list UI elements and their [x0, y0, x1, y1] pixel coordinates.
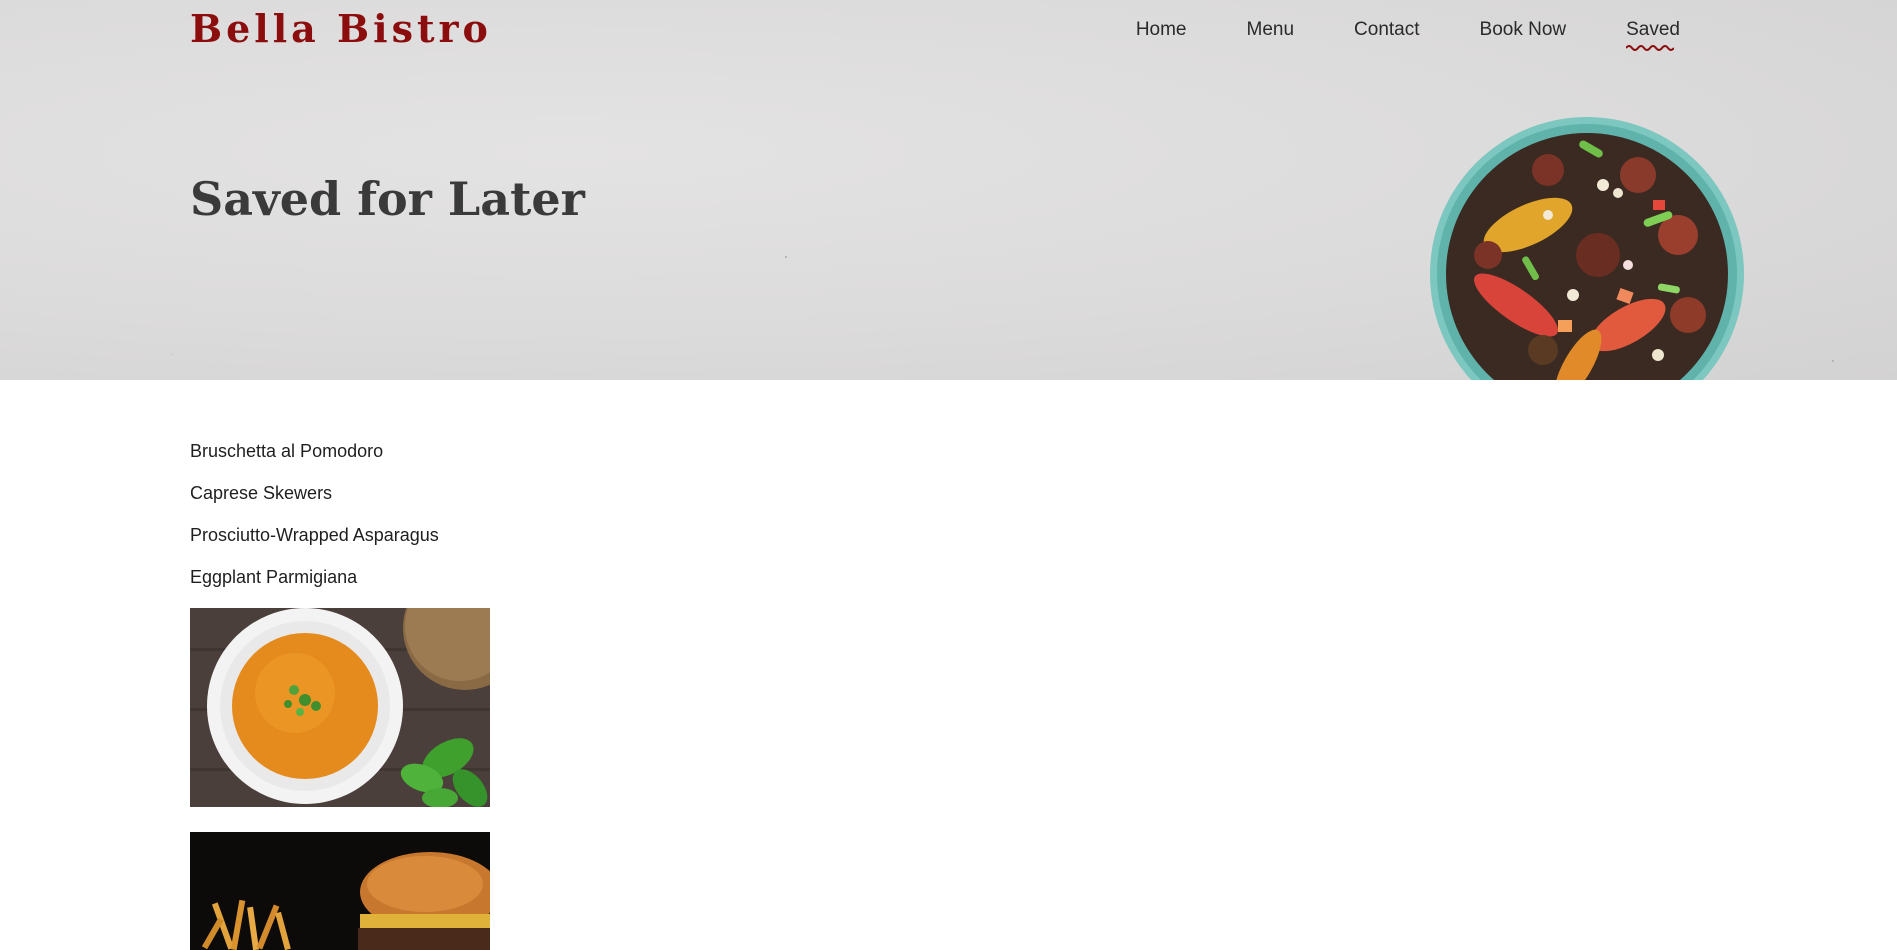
nav-item-saved-label: Saved [1626, 19, 1680, 40]
background-speck [1832, 360, 1834, 362]
saved-item[interactable]: Prosciutto-Wrapped Asparagus [190, 524, 439, 566]
active-underline-squiggle [1626, 45, 1675, 51]
main-nav: Home Menu Contact Book Now Saved [1136, 19, 1680, 51]
saved-item[interactable]: Caprese Skewers [190, 482, 439, 524]
background-speck [785, 256, 787, 258]
hero-banner: Bella Bistro Home Menu Contact Book Now … [0, 0, 1897, 380]
saved-item[interactable]: Eggplant Parmigiana [190, 566, 439, 608]
saved-item[interactable]: Bruschetta al Pomodoro [190, 440, 439, 482]
nav-item-contact[interactable]: Contact [1354, 19, 1419, 41]
background-speck [172, 354, 173, 355]
nav-item-home[interactable]: Home [1136, 19, 1187, 41]
nav-item-book-now[interactable]: Book Now [1480, 19, 1567, 41]
page-title: Saved for Later [190, 172, 585, 226]
brand-logo[interactable]: Bella Bistro [190, 6, 492, 51]
nav-item-saved[interactable]: Saved [1626, 19, 1680, 51]
nav-item-menu[interactable]: Menu [1247, 19, 1295, 41]
hero-bowl-image [1428, 115, 1746, 380]
saved-image-tomato-soup[interactable] [190, 608, 490, 807]
saved-image-burger-fries[interactable] [190, 832, 490, 950]
saved-items-list: Bruschetta al Pomodoro Caprese Skewers P… [190, 440, 439, 608]
